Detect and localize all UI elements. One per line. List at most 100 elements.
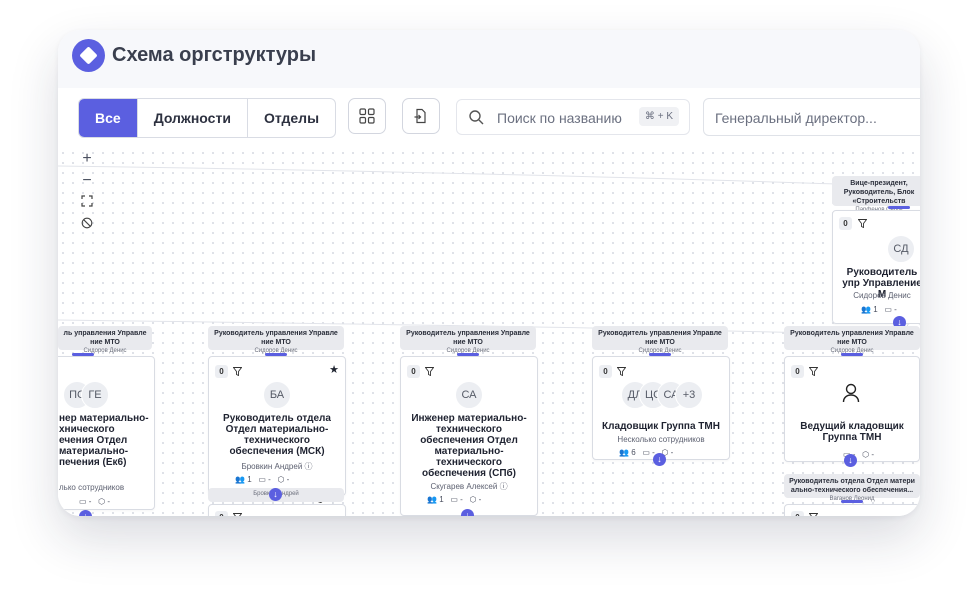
toolbar: Все Должности Отделы Поиск по названию ⌘… [58, 88, 920, 148]
filter-icon[interactable] [617, 367, 626, 376]
card-stats: 👥 1 ▭ - ⬡ - [427, 495, 482, 504]
avatar: СА [455, 381, 483, 409]
parent-link [888, 206, 910, 209]
parent-title: Руководитель управления Управле ние МТО [214, 330, 338, 346]
card-title: нер материально- хнического ечения Отдел… [59, 413, 149, 468]
zoom-in-icon[interactable]: + [76, 148, 98, 170]
arrow-down-icon[interactable]: ↓ [461, 509, 474, 516]
export-button[interactable] [402, 98, 440, 134]
info-icon[interactable]: ⓘ [305, 462, 313, 471]
position-card[interactable]: 0 ЛН ЛА [208, 504, 346, 516]
title-bar: Схема оргструктуры [58, 30, 920, 88]
boxes-count: - [107, 497, 110, 506]
arrow-down-icon[interactable]: ↓ [269, 488, 282, 501]
parent-title: Руководитель отдела Отдел матери ально-т… [789, 478, 915, 494]
position-card[interactable]: 0 ★ БА Руководитель отдела Отдел материа… [208, 356, 346, 496]
arrow-down-icon[interactable]: ↓ [653, 453, 666, 466]
employee-line: Скугарев Алексей ⓘ [407, 481, 531, 492]
subordinate-count: 0 [839, 217, 852, 230]
parent-title: Руководитель управления Управле ние МТО [406, 330, 530, 346]
app-window: Схема оргструктуры Все Должности Отделы [58, 30, 920, 516]
people-count: 1 [247, 475, 252, 484]
subordinate-count: 0 [791, 365, 804, 378]
id-card-icon: ▭ [884, 305, 892, 314]
position-card[interactable]: 0 ГЕ УА МД +3 [784, 504, 920, 516]
position-card[interactable]: 0 Ведущий кладовщик Группа ТМН ▭ - ⬡ - [784, 356, 920, 462]
parent-title: ль управления Управле ние МТО [63, 330, 147, 346]
position-card[interactable]: 0 СД Руководитель упр Управление М Сидор… [832, 210, 920, 324]
position-card[interactable]: 0 СА Инженер материально- технического о… [400, 356, 538, 516]
card-stats: 👥 1 ▭ - ⬡ - [235, 475, 290, 484]
grid-view-button[interactable] [348, 98, 386, 134]
people-icon: 👥 [619, 448, 629, 457]
director-placeholder: Генеральный директор... [715, 110, 877, 126]
parent-label: Руководитель управления Управле ние МТО … [400, 326, 536, 354]
employee-name: лько сотрудников [59, 483, 125, 492]
subordinate-count: 0 [407, 365, 420, 378]
docs-count: - [88, 497, 92, 506]
employee-name: Несколько сотрудников [617, 435, 705, 444]
zoom-controls: + − [76, 148, 98, 236]
card-stats: 👥 1 ▭ - [861, 305, 897, 314]
parent-title: Вице-президент, Руководитель, Блок «Стро… [843, 180, 915, 205]
export-icon [414, 108, 426, 124]
boxes-count: - [286, 475, 290, 484]
card-stats: ▭ - ⬡ - [79, 497, 110, 506]
employee-name: Бровкин Андрей [241, 462, 303, 471]
docs-count: - [268, 475, 271, 484]
filter-icon[interactable] [233, 513, 242, 516]
card-title: Ведущий кладовщик Группа ТМН [800, 421, 904, 443]
people-icon: 👥 [861, 305, 871, 314]
fit-icon[interactable] [76, 192, 98, 214]
search-icon [469, 110, 484, 125]
search-shortcut: ⌘ + K [638, 107, 679, 126]
search-placeholder: Поиск по названию [497, 110, 622, 126]
card-title: Кладовщик Группа ТМН [602, 421, 720, 432]
avatar: СД [887, 235, 915, 263]
people-icon: 👥 [427, 495, 437, 504]
filter-icon[interactable] [858, 219, 867, 228]
people-count: 1 [873, 305, 878, 314]
filter-icon[interactable] [809, 513, 818, 516]
subordinate-count: 0 [791, 511, 804, 516]
info-icon[interactable]: ⓘ [500, 482, 508, 491]
position-card[interactable]: 0 ДЛ ЦС СА +3 Кладовщик Группа ТМН Неско… [592, 356, 730, 460]
subordinate-count: 0 [215, 511, 228, 516]
parent-label: Руководитель управления Управле ние МТО … [208, 326, 344, 354]
director-select[interactable]: Генеральный директор... [703, 98, 920, 136]
arrow-down-icon[interactable]: ↓ [844, 454, 857, 467]
arrow-down-icon[interactable]: ↓ [79, 510, 92, 516]
people-count: 6 [631, 448, 636, 457]
subordinate-count: 0 [215, 365, 228, 378]
parent-label: Руководитель управления Управле ние МТО … [784, 326, 920, 354]
employee-line: Бровкин Андрей ⓘ [215, 461, 339, 472]
docs-count: - [460, 495, 463, 504]
filter-icon[interactable] [233, 367, 242, 376]
person-icon [842, 383, 860, 403]
card-title: Инженер материально- технического обеспе… [411, 413, 527, 479]
subordinate-count: 0 [599, 365, 612, 378]
parent-label: Руководитель отдела Отдел матери ально-т… [784, 474, 920, 502]
employee-name: Скугарев Алексей [430, 482, 498, 491]
filter-icon[interactable] [425, 367, 434, 376]
position-card[interactable]: ПС ГЕ нер материально- хнического ечения… [58, 356, 155, 510]
tab-positions[interactable]: Должности [136, 99, 247, 137]
reset-icon[interactable] [76, 214, 98, 236]
boxes-count: - [478, 495, 482, 504]
grid-icon [359, 108, 375, 124]
org-chart-canvas[interactable]: + − Вице-президент, Руководитель, Блок «… [58, 148, 920, 516]
zoom-out-icon[interactable]: − [76, 170, 98, 192]
people-icon: 👥 [235, 475, 245, 484]
tab-departments[interactable]: Отделы [246, 99, 335, 137]
boxes-count: - [871, 450, 874, 459]
people-count: 1 [439, 495, 444, 504]
docs-count: - [894, 305, 897, 314]
star-icon[interactable]: ★ [329, 363, 339, 376]
search-input[interactable]: Поиск по названию ⌘ + K [456, 99, 690, 135]
avatar-more[interactable]: +3 [675, 381, 703, 409]
card-title: Руководитель отдела Отдел материально- т… [223, 413, 331, 457]
tab-all[interactable]: Все [79, 99, 137, 137]
parent-link [841, 500, 863, 503]
filter-icon[interactable] [809, 367, 818, 376]
page-title: Схема оргструктуры [112, 44, 317, 66]
